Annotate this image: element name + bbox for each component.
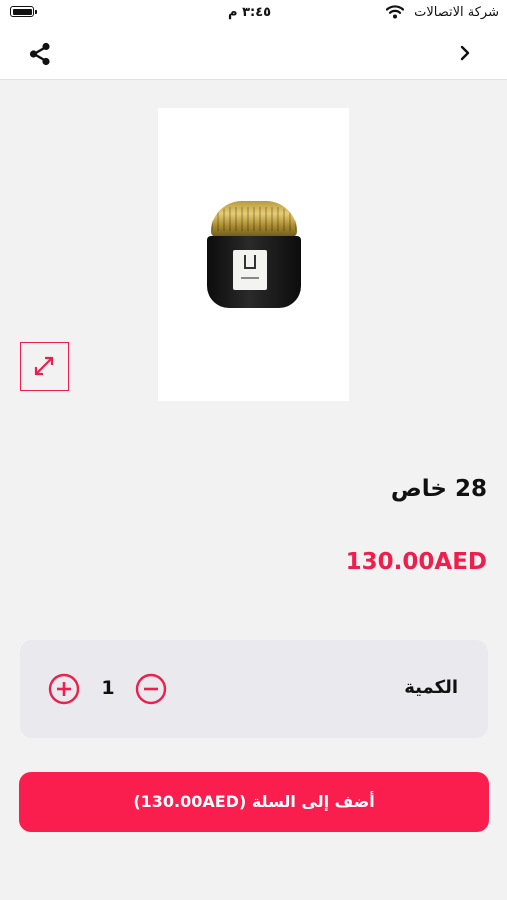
jar-body xyxy=(207,236,301,308)
quantity-label: الكمية xyxy=(404,677,458,698)
expand-icon xyxy=(34,356,54,376)
expand-button[interactable] xyxy=(20,342,69,391)
status-time: ٣:٤٥ م xyxy=(228,5,272,20)
quantity-value: 1 xyxy=(101,677,115,699)
chevron-right-icon[interactable] xyxy=(454,42,476,64)
jar-label xyxy=(233,250,267,290)
product-price: 130.00AED xyxy=(345,549,487,575)
wifi-icon xyxy=(386,5,404,19)
nav-bar xyxy=(0,28,507,80)
product-name: 28 خاص xyxy=(390,476,487,502)
quantity-card: 1 الكمية xyxy=(20,640,488,738)
carrier-name: شركة الاتصالات xyxy=(414,5,499,20)
add-to-cart-button[interactable]: أضف إلى السلة (130.00AED) xyxy=(19,772,489,832)
plus-circle-icon[interactable] xyxy=(48,673,80,705)
battery-icon xyxy=(10,6,37,17)
share-icon[interactable] xyxy=(26,40,54,68)
product-image[interactable] xyxy=(158,108,349,401)
status-bar: ٣:٤٥ م شركة الاتصالات xyxy=(0,0,507,28)
jar-lid xyxy=(211,201,297,237)
minus-circle-icon[interactable] xyxy=(135,673,167,705)
